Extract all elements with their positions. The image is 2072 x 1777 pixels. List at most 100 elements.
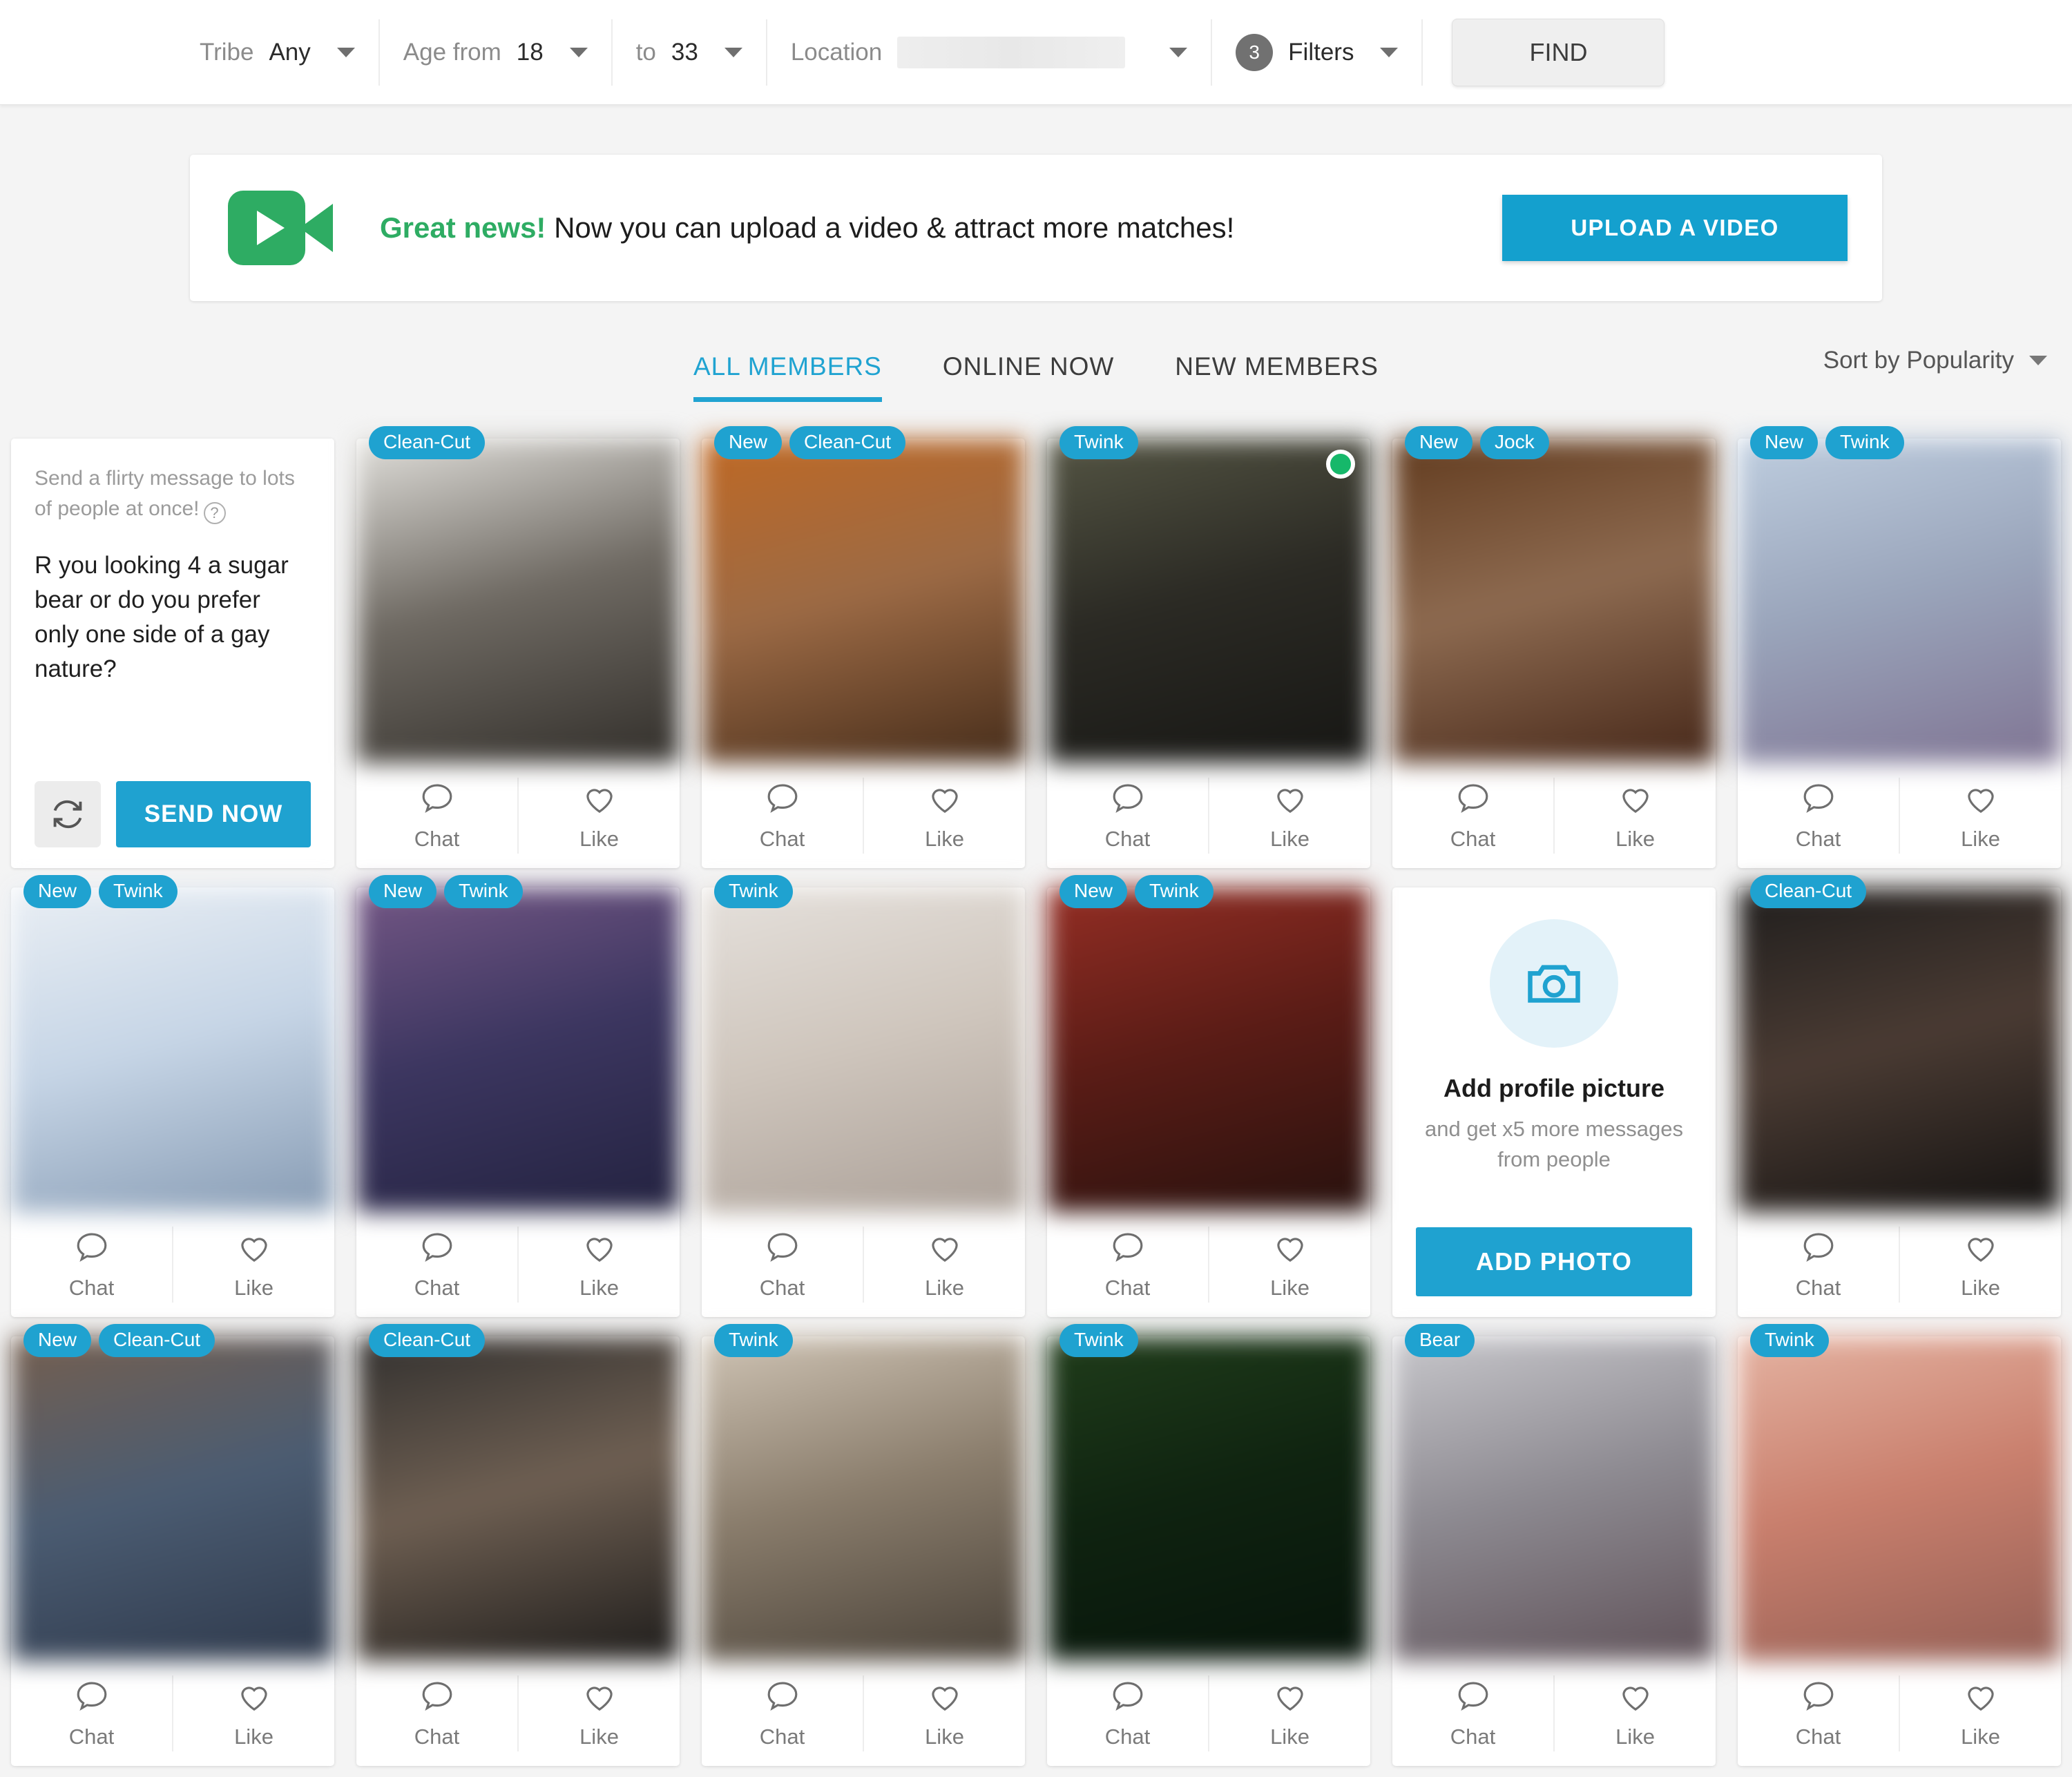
member-card[interactable]: Bear Chat Like	[1392, 1324, 1716, 1766]
chat-action[interactable]: Chat	[356, 1675, 517, 1751]
member-photo[interactable]	[11, 1336, 334, 1661]
tab-online-now[interactable]: ONLINE NOW	[912, 352, 1144, 402]
like-action[interactable]: Like	[172, 1675, 334, 1751]
chat-action[interactable]: Chat	[702, 1227, 863, 1303]
badge-clean-cut: Clean-Cut	[789, 426, 906, 459]
chat-action[interactable]: Chat	[1047, 1227, 1208, 1303]
chevron-down-icon	[1380, 47, 1399, 57]
member-card[interactable]: New Clean-Cut Chat Like	[702, 426, 1025, 868]
like-action[interactable]: Like	[172, 1227, 334, 1303]
tab-all-members[interactable]: ALL MEMBERS	[663, 352, 912, 402]
like-action[interactable]: Like	[1899, 1675, 2061, 1751]
filters-count-badge: 3	[1236, 33, 1274, 71]
add-photo-button[interactable]: ADD PHOTO	[1416, 1227, 1692, 1296]
location-filter[interactable]: Location	[767, 19, 1213, 86]
like-label: Like	[579, 1725, 619, 1749]
chat-label: Chat	[414, 827, 460, 851]
member-photo[interactable]	[1738, 439, 2061, 763]
like-action[interactable]: Like	[1899, 1227, 2061, 1303]
speech-bubble-icon	[764, 780, 801, 817]
chat-action[interactable]: Chat	[356, 778, 517, 854]
member-card[interactable]: Clean-Cut Chat Like	[356, 1324, 680, 1766]
like-action[interactable]: Like	[863, 778, 1025, 854]
member-photo[interactable]	[1738, 887, 2061, 1212]
member-card[interactable]: New Clean-Cut Chat Like	[11, 1324, 334, 1766]
member-photo[interactable]	[1047, 887, 1370, 1212]
member-card[interactable]: New Twink Chat Like	[11, 875, 334, 1317]
tribe-value: Any	[269, 38, 311, 66]
card-actions: Chat Like	[356, 1212, 680, 1317]
question-mark-icon[interactable]: ?	[203, 502, 226, 525]
member-photo[interactable]	[1047, 1336, 1370, 1661]
like-action[interactable]: Like	[517, 1227, 680, 1303]
chat-action[interactable]: Chat	[1392, 1675, 1553, 1751]
age-to-filter[interactable]: to 33	[613, 19, 767, 86]
member-card[interactable]: New Twink Chat Like	[356, 875, 680, 1317]
member-card[interactable]: Twink Chat Like	[702, 875, 1025, 1317]
chat-action[interactable]: Chat	[1738, 778, 1899, 854]
flirty-message-card: Send a flirty message to lots of people …	[11, 439, 334, 868]
location-value-redacted[interactable]	[897, 36, 1126, 68]
like-label: Like	[1961, 1276, 2000, 1300]
member-card[interactable]: Twink Chat Like	[702, 1324, 1025, 1766]
member-card[interactable]: Twink Chat Like	[1047, 426, 1370, 868]
chat-label: Chat	[414, 1725, 460, 1749]
chat-action[interactable]: Chat	[11, 1227, 172, 1303]
member-card[interactable]: Clean-Cut Chat Like	[1738, 875, 2061, 1317]
like-action[interactable]: Like	[863, 1227, 1025, 1303]
filters-control[interactable]: 3 Filters	[1212, 19, 1423, 86]
chat-action[interactable]: Chat	[702, 1675, 863, 1751]
like-action[interactable]: Like	[863, 1675, 1025, 1751]
member-photo[interactable]	[356, 887, 680, 1212]
card-badges: New Jock	[1405, 426, 1549, 459]
member-card[interactable]: New Twink Chat Like	[1738, 426, 2061, 868]
sort-dropdown[interactable]: Sort by Popularity	[1823, 347, 2047, 374]
card-badges: Twink	[1750, 1324, 1829, 1357]
camera-icon	[1490, 919, 1618, 1048]
chat-action[interactable]: Chat	[1047, 778, 1208, 854]
chat-label: Chat	[1795, 827, 1841, 851]
member-photo[interactable]	[702, 887, 1025, 1212]
member-photo[interactable]	[1738, 1336, 2061, 1661]
like-action[interactable]: Like	[1208, 778, 1370, 854]
member-photo[interactable]	[1047, 439, 1370, 763]
like-action[interactable]: Like	[1553, 1675, 1716, 1751]
chat-label: Chat	[759, 1276, 805, 1300]
heart-icon	[1617, 780, 1654, 817]
chat-action[interactable]: Chat	[702, 778, 863, 854]
member-photo[interactable]	[702, 439, 1025, 763]
badge-clean-cut: Clean-Cut	[369, 1324, 486, 1357]
member-photo[interactable]	[1392, 1336, 1716, 1661]
member-photo[interactable]	[356, 439, 680, 763]
find-button[interactable]: FIND	[1452, 18, 1665, 86]
member-photo[interactable]	[356, 1336, 680, 1661]
like-action[interactable]: Like	[1553, 778, 1716, 854]
member-card[interactable]: Clean-Cut Chat Like	[356, 426, 680, 868]
age-from-filter[interactable]: Age from 18	[380, 19, 613, 86]
tab-new-members[interactable]: NEW MEMBERS	[1144, 352, 1409, 402]
chat-action[interactable]: Chat	[1047, 1675, 1208, 1751]
like-action[interactable]: Like	[1208, 1227, 1370, 1303]
chat-action[interactable]: Chat	[1738, 1227, 1899, 1303]
member-photo[interactable]	[702, 1336, 1025, 1661]
chat-action[interactable]: Chat	[356, 1227, 517, 1303]
like-action[interactable]: Like	[517, 1675, 680, 1751]
badge-twink: Twink	[99, 875, 178, 908]
like-action[interactable]: Like	[1208, 1675, 1370, 1751]
member-card[interactable]: New Jock Chat Like	[1392, 426, 1716, 868]
member-card[interactable]: New Twink Chat Like	[1047, 875, 1370, 1317]
member-photo[interactable]	[11, 887, 334, 1212]
refresh-icon[interactable]	[35, 781, 101, 847]
member-card[interactable]: Twink Chat Like	[1047, 1324, 1370, 1766]
chat-action[interactable]: Chat	[1738, 1675, 1899, 1751]
like-action[interactable]: Like	[517, 778, 680, 854]
chevron-down-icon	[2029, 356, 2047, 365]
member-card[interactable]: Twink Chat Like	[1738, 1324, 2061, 1766]
tribe-filter[interactable]: Tribe Any	[176, 19, 380, 86]
send-now-button[interactable]: SEND NOW	[116, 781, 311, 847]
like-action[interactable]: Like	[1899, 778, 2061, 854]
chat-action[interactable]: Chat	[1392, 778, 1553, 854]
chat-action[interactable]: Chat	[11, 1675, 172, 1751]
member-photo[interactable]	[1392, 439, 1716, 763]
upload-a-video-button[interactable]: UPLOAD A VIDEO	[1502, 195, 1848, 261]
